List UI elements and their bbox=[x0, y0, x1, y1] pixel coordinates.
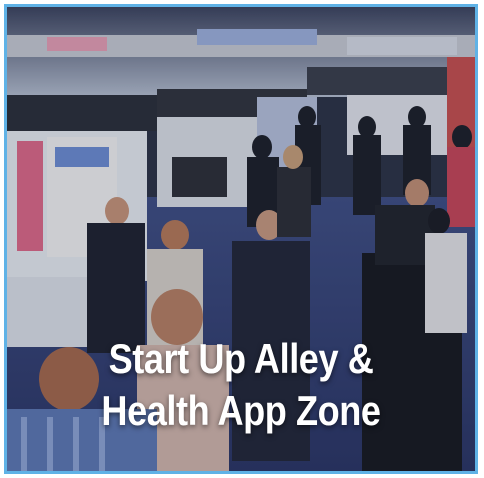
tile-caption: Start Up Alley & Health App Zone bbox=[40, 333, 442, 437]
caption-line-1: Start Up Alley & bbox=[108, 335, 374, 382]
feature-tile[interactable]: Start Up Alley & Health App Zone bbox=[4, 4, 478, 474]
caption-line-2: Health App Zone bbox=[101, 387, 381, 434]
